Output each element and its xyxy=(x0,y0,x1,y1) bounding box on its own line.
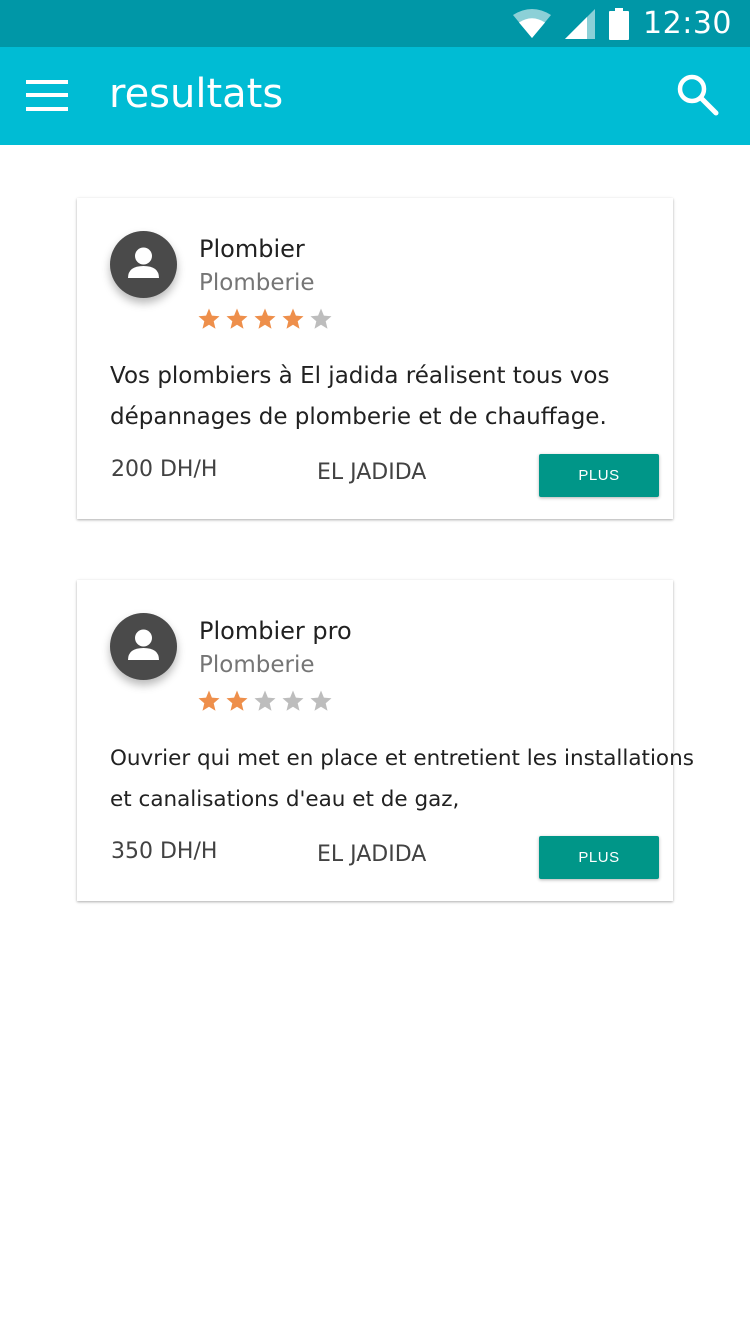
result-city: EL JADIDA xyxy=(317,842,427,867)
result-price: 200 DH/H xyxy=(111,457,218,482)
result-price: 350 DH/H xyxy=(111,839,218,864)
star-filled-icon xyxy=(226,690,248,711)
star-filled-icon xyxy=(198,308,220,329)
result-description: Ouvrier qui met en place et entretient l… xyxy=(110,738,694,820)
description-line: Ouvrier qui met en place et entretient l… xyxy=(110,746,694,771)
app-bar: resultats xyxy=(0,47,750,145)
star-filled-icon xyxy=(226,308,248,329)
star-empty-icon xyxy=(310,690,332,711)
star-empty-icon xyxy=(254,690,276,711)
person-icon xyxy=(128,629,159,660)
star-empty-icon xyxy=(282,690,304,711)
result-card[interactable]: Plombier Plomberie Vos plombiers à El jadi… xyxy=(77,198,673,519)
star-filled-icon xyxy=(254,308,276,329)
search-icon[interactable] xyxy=(676,73,720,117)
status-bar: 12:30 xyxy=(0,0,750,47)
person-icon xyxy=(128,247,159,278)
star-filled-icon xyxy=(282,308,304,329)
plus-button[interactable]: PLUS xyxy=(539,454,659,497)
star-empty-icon xyxy=(310,308,332,329)
status-icons: 12:30 xyxy=(513,0,732,47)
result-category: Plomberie xyxy=(199,652,315,678)
result-description: Vos plombiers à El jadida réalisent tous… xyxy=(110,356,676,438)
signal-icon xyxy=(565,8,596,39)
avatar xyxy=(110,613,177,680)
star-filled-icon xyxy=(198,690,220,711)
avatar xyxy=(110,231,177,298)
battery-icon xyxy=(609,7,630,40)
description-line: et canalisations d'eau et de gaz, xyxy=(110,787,460,812)
result-category: Plomberie xyxy=(199,270,315,296)
description-line: Vos plombiers à El jadida réalisent tous… xyxy=(110,363,610,389)
result-card[interactable]: Plombier pro Plomberie Ouvrier qui met en … xyxy=(77,580,694,901)
result-city: EL JADIDA xyxy=(317,460,427,485)
plus-button[interactable]: PLUS xyxy=(539,836,659,879)
description-line: dépannages de plomberie et de chauffage. xyxy=(110,404,607,430)
menu-icon[interactable] xyxy=(26,80,68,112)
result-title: Plombier xyxy=(199,235,305,263)
result-title: Plombier pro xyxy=(199,617,352,645)
page-title: resultats xyxy=(109,71,284,117)
rating-stars xyxy=(197,307,333,331)
wifi-icon xyxy=(513,8,552,38)
rating-stars xyxy=(197,689,333,713)
status-time: 12:30 xyxy=(643,6,732,41)
